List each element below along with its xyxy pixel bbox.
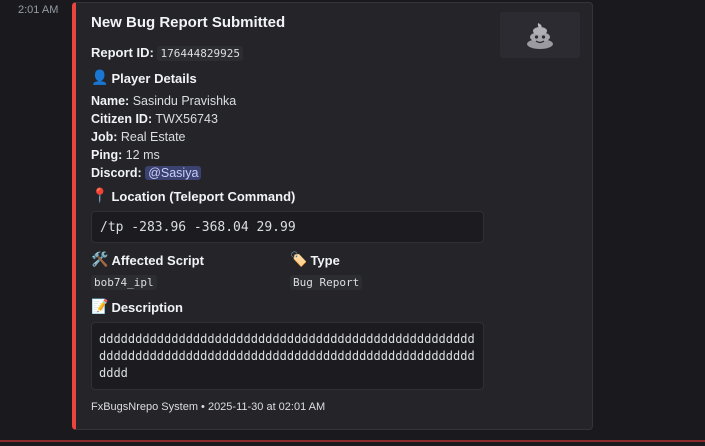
- field-name: 🏷️ Type: [290, 252, 362, 268]
- detail-row-ping: Ping: 12 ms: [91, 146, 236, 164]
- field-value: Bug Report: [290, 275, 363, 290]
- report-id-value: 176444829925: [157, 46, 243, 61]
- field-name-text: Type: [310, 252, 340, 268]
- detail-value: Real Estate: [120, 130, 186, 144]
- player-details-title: Player Details: [111, 70, 197, 86]
- detail-label: Citizen ID:: [91, 112, 153, 126]
- detail-value: 12 ms: [125, 148, 160, 162]
- label-tag-icon: 🏷️: [290, 252, 308, 268]
- detail-row-citizen-id: Citizen ID: TWX56743: [91, 110, 236, 128]
- player-details-heading: 👤 Player Details: [91, 70, 197, 86]
- report-id-row: Report ID: 176444829925: [91, 45, 243, 61]
- field-value: bob74_ipl: [91, 275, 157, 290]
- field-name-text: Affected Script: [111, 252, 204, 268]
- description-codeblock[interactable]: dddddddddddddddddddddddddddddddddddddddd…: [91, 322, 484, 390]
- embed-footer: FxBugsNrepo System • 2025-11-30 at 02:01…: [91, 401, 326, 413]
- discord-mention[interactable]: @Sasiya: [145, 166, 202, 180]
- new-messages-divider: [0, 440, 705, 442]
- field-name: 🛠️ Affected Script: [91, 252, 204, 268]
- report-id-label: Report ID:: [91, 45, 154, 60]
- detail-value: Sasindu Pravishka: [132, 94, 237, 108]
- detail-value: TWX56743: [155, 112, 218, 126]
- poop-icon: [527, 23, 553, 49]
- bug-report-embed: New Bug Report Submitted Report ID: 1764…: [72, 2, 593, 430]
- description-heading: 📝 Description: [91, 299, 183, 315]
- detail-row-discord: Discord: @Sasiya: [91, 164, 236, 182]
- hammer-and-wrench-icon: 🛠️: [91, 252, 109, 268]
- detail-row-name: Name: Sasindu Pravishka: [91, 92, 236, 110]
- field-type: 🏷️ Type Bug Report: [290, 252, 363, 291]
- detail-label: Discord:: [91, 166, 142, 180]
- description-title: Description: [111, 299, 183, 315]
- detail-label: Ping:: [91, 148, 123, 162]
- detail-row-job: Job: Real Estate: [91, 128, 236, 146]
- location-heading: 📍 Location (Teleport Command): [91, 188, 295, 204]
- detail-label: Name:: [91, 94, 130, 108]
- field-affected-script: 🛠️ Affected Script bob74_ipl: [91, 252, 204, 291]
- player-details-list: Name: Sasindu Pravishka Citizen ID: TWX5…: [91, 92, 236, 182]
- location-title: Location (Teleport Command): [111, 188, 296, 204]
- embed-thumbnail[interactable]: [500, 12, 580, 58]
- bust-silhouette-icon: 👤: [91, 70, 109, 86]
- round-pushpin-icon: 📍: [91, 188, 109, 204]
- memo-icon: 📝: [91, 299, 109, 315]
- embed-title: New Bug Report Submitted: [91, 14, 286, 31]
- teleport-command-codeblock[interactable]: /tp -283.96 -368.04 29.99: [91, 211, 484, 243]
- message-timestamp: 2:01 AM: [18, 4, 59, 16]
- detail-label: Job:: [91, 130, 118, 144]
